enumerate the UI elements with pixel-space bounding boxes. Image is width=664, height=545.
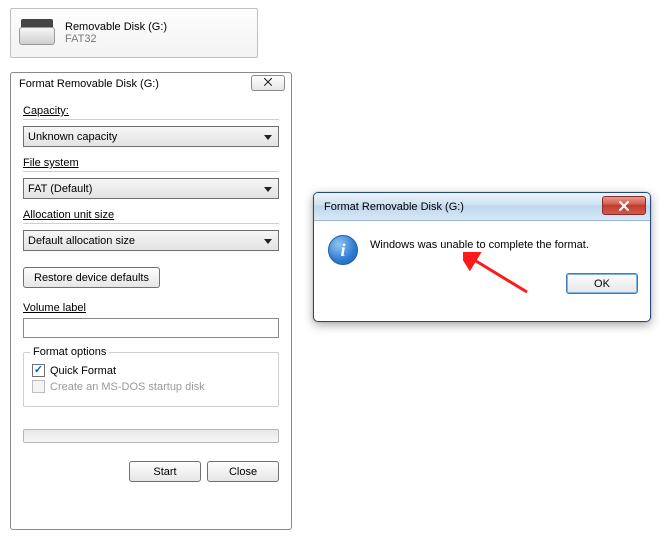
info-icon: i: [328, 235, 358, 265]
filesystem-value: FAT (Default): [28, 183, 92, 195]
capacity-label: Capacity:: [23, 105, 279, 117]
drive-item[interactable]: Removable Disk (G:) FAT32: [10, 8, 258, 58]
drive-subtitle: FAT32: [65, 33, 167, 45]
allocation-value: Default allocation size: [28, 235, 135, 247]
volume-label-label: Volume label: [23, 302, 279, 314]
capacity-value: Unknown capacity: [28, 131, 117, 143]
format-progress-bar: [23, 429, 279, 443]
error-dialog-titlebar[interactable]: Format Removable Disk (G:): [314, 193, 650, 221]
filesystem-label: File system: [23, 157, 279, 169]
format-dialog: Format Removable Disk (G:) ⨉ Capacity: U…: [10, 72, 292, 530]
removable-disk-icon: [19, 19, 55, 47]
restore-defaults-button[interactable]: Restore device defaults: [23, 267, 160, 288]
volume-label-input[interactable]: [23, 318, 279, 338]
msdos-checkbox: [32, 380, 45, 393]
format-dialog-close-button[interactable]: ⨉: [251, 75, 285, 91]
restore-defaults-label: Restore device defaults: [34, 272, 149, 284]
error-message: Windows was unable to complete the forma…: [370, 235, 589, 251]
error-dialog-title: Format Removable Disk (G:): [324, 201, 464, 213]
format-dialog-titlebar: Format Removable Disk (G:) ⨉: [11, 73, 291, 95]
ok-button-label: OK: [594, 278, 610, 290]
filesystem-combobox[interactable]: FAT (Default): [23, 178, 279, 199]
format-options-group: Format options Quick Format Create an MS…: [23, 352, 279, 407]
allocation-combobox[interactable]: Default allocation size: [23, 230, 279, 251]
drive-title: Removable Disk (G:): [65, 21, 167, 33]
capacity-combobox[interactable]: Unknown capacity: [23, 126, 279, 147]
chevron-down-icon: [261, 234, 275, 248]
chevron-down-icon: [261, 130, 275, 144]
quick-format-checkbox[interactable]: [32, 364, 45, 377]
format-dialog-title: Format Removable Disk (G:): [19, 78, 159, 90]
close-icon: ⨉: [264, 77, 273, 90]
chevron-down-icon: [261, 182, 275, 196]
msdos-label: Create an MS-DOS startup disk: [50, 381, 205, 393]
ok-button[interactable]: OK: [566, 273, 638, 294]
error-dialog: Format Removable Disk (G:) i Windows was…: [313, 192, 651, 322]
error-dialog-close-button[interactable]: [602, 196, 646, 215]
allocation-label: Allocation unit size: [23, 209, 279, 221]
drive-texts: Removable Disk (G:) FAT32: [65, 21, 167, 45]
start-button[interactable]: Start: [129, 461, 201, 482]
close-button[interactable]: Close: [207, 461, 279, 482]
format-options-legend: Format options: [30, 346, 109, 358]
quick-format-label: Quick Format: [50, 365, 116, 377]
close-icon: [618, 201, 630, 211]
start-button-label: Start: [153, 466, 176, 478]
close-button-label: Close: [229, 466, 257, 478]
